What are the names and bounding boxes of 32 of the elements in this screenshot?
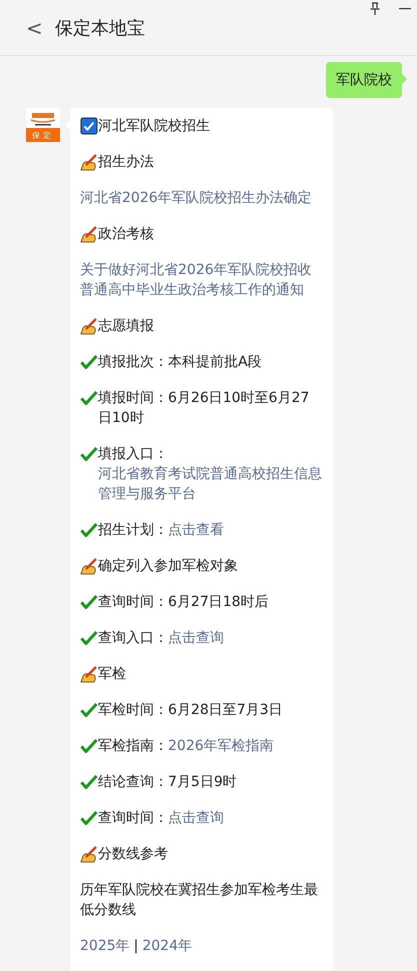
sent-message: 军队院校	[326, 62, 402, 98]
info-line: 查询时间：6月27日18时后	[98, 593, 269, 612]
info-line: 填报批次：本科提前批A段	[98, 353, 262, 372]
year-link[interactable]: 2024年	[142, 936, 192, 956]
info-label: 查询时间：	[98, 809, 168, 828]
back-button[interactable]: <	[26, 16, 43, 40]
section-heading: 分数线参考	[98, 845, 168, 864]
section-heading: 政治考核	[98, 225, 154, 244]
section-heading: 志愿填报	[98, 317, 154, 336]
info-line: 结论查询：7月5日9时	[98, 773, 237, 792]
section-heading: 确定列入参加军检对象	[98, 557, 238, 576]
info-link[interactable]: 点击查询	[168, 808, 224, 828]
article-link[interactable]: 河北省2026年军队院校招生办法确定	[80, 188, 323, 208]
section-heading: 招生办法	[98, 153, 154, 172]
year-link[interactable]: 2025年	[80, 936, 130, 956]
info-link[interactable]: 河北省教育考试院普通高校招生信息管理与服务平台	[98, 464, 323, 504]
account-avatar[interactable]: 保定	[26, 108, 60, 142]
section-heading: 军检	[98, 665, 126, 684]
separator: |	[134, 937, 138, 956]
info-line: 军检时间：6月28日至7月3日	[98, 701, 283, 720]
paragraph: 历年军队院校在冀招生参加军检考生最低分数线	[80, 881, 319, 920]
info-link[interactable]: 2026年军检指南	[168, 736, 274, 756]
info-link[interactable]: 点击查询	[168, 628, 224, 648]
info-line: 填报时间：6月26日10时至6月27日10时	[98, 389, 310, 428]
info-link[interactable]: 点击查看	[168, 520, 224, 540]
article-heading: 河北军队院校招生	[98, 117, 210, 136]
info-label: 军检指南：	[98, 737, 168, 756]
info-label: 填报入口：	[98, 445, 168, 464]
info-label: 招生计划：	[98, 521, 168, 540]
chat-title: 保定本地宝	[54, 16, 145, 40]
article-link[interactable]: 关于做好河北省2026年军队院校招收普通高中毕业生政治考核工作的通知	[80, 260, 323, 300]
info-label: 查询入口：	[98, 629, 168, 648]
